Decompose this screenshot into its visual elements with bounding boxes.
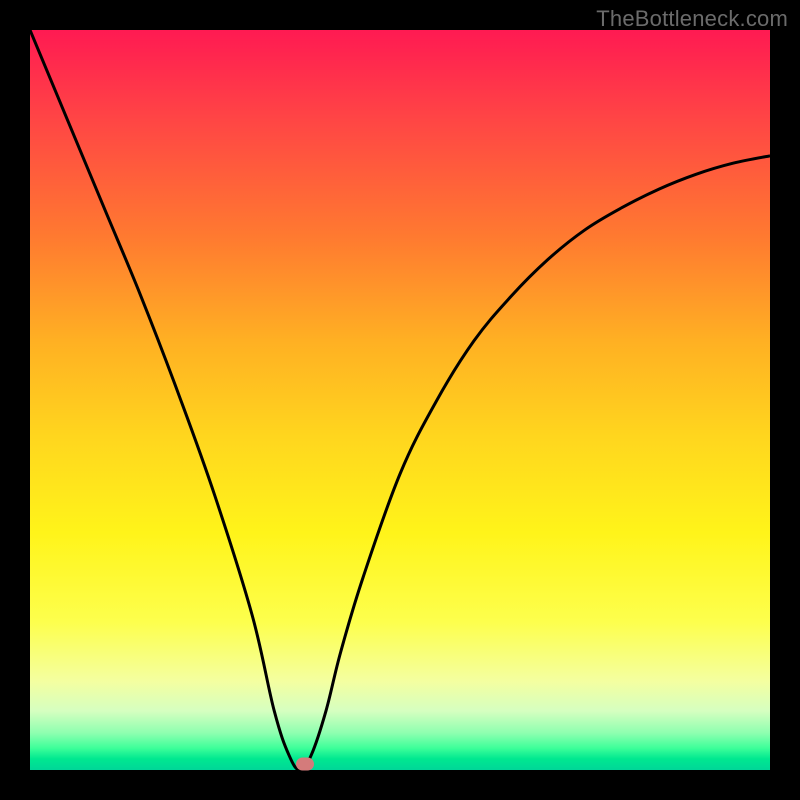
curve-path (30, 30, 770, 770)
bottleneck-curve (30, 30, 770, 770)
chart-plot-area (30, 30, 770, 770)
optimum-marker (296, 758, 314, 771)
watermark-text: TheBottleneck.com (596, 6, 788, 32)
